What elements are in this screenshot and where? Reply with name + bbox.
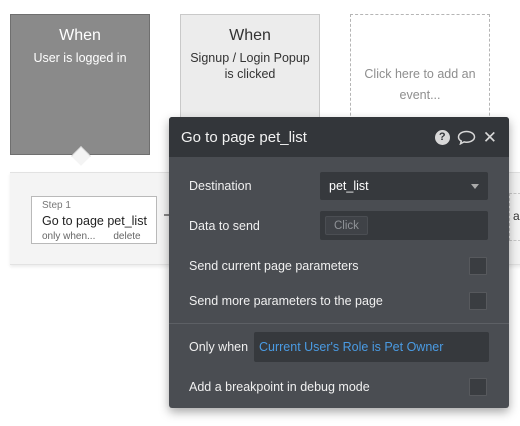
- data-to-send-field[interactable]: Click: [320, 211, 488, 240]
- only-when-condition[interactable]: Current User's Role is Pet Owner: [259, 340, 443, 354]
- popup-title: Go to page pet_list: [181, 128, 307, 146]
- close-icon[interactable]: ✕: [483, 129, 497, 146]
- event-subtitle: User is logged in: [33, 51, 127, 65]
- destination-row: Destination pet_list: [169, 172, 509, 200]
- step-number: Step 1: [42, 200, 71, 211]
- workflow-step-card[interactable]: Step 1 Go to page pet_list only when... …: [31, 196, 157, 244]
- send-more-params-label: Send more parameters to the page: [189, 294, 383, 308]
- destination-dropdown[interactable]: pet_list: [320, 172, 488, 200]
- destination-label: Destination: [189, 179, 252, 193]
- only-when-label: Only when: [189, 340, 249, 354]
- only-when-condition-field[interactable]: Current User's Role is Pet Owner: [254, 332, 489, 362]
- event-subtitle: Signup / Login Popup is clicked: [190, 51, 310, 81]
- action-property-editor: Go to page pet_list ? ✕ Destination pet_…: [169, 117, 509, 408]
- comment-icon[interactable]: [457, 130, 476, 145]
- breakpoint-checkbox[interactable]: [469, 378, 487, 396]
- selected-event-pointer: [71, 146, 91, 166]
- add-event-label: Click here to add an event...: [364, 66, 476, 102]
- send-current-params-row: Send current page parameters: [169, 257, 509, 275]
- delete-step-link[interactable]: delete: [113, 231, 140, 242]
- caret-down-icon: [471, 183, 479, 189]
- event-title: When: [59, 27, 101, 44]
- send-current-params-checkbox[interactable]: [469, 257, 487, 275]
- popup-header[interactable]: Go to page pet_list ? ✕: [169, 117, 509, 157]
- send-more-params-row: Send more parameters to the page: [169, 292, 509, 310]
- next-step-card[interactable]: a: [509, 193, 520, 241]
- breakpoint-row: Add a breakpoint in debug mode: [169, 378, 509, 396]
- only-when-link[interactable]: only when...: [42, 231, 95, 242]
- destination-value: pet_list: [329, 179, 369, 193]
- send-current-params-label: Send current page parameters: [189, 259, 359, 273]
- event-title: When: [229, 27, 271, 44]
- breakpoint-label: Add a breakpoint in debug mode: [189, 380, 370, 394]
- send-more-params-checkbox[interactable]: [469, 292, 487, 310]
- next-step-partial-text: a: [513, 209, 520, 223]
- section-divider: [169, 323, 509, 324]
- event-card-user-logged-in[interactable]: When User is logged in: [10, 14, 150, 166]
- data-to-send-label: Data to send: [189, 218, 260, 233]
- data-to-send-row: Data to send Click: [169, 211, 509, 240]
- step-action-label: Go to page pet_list: [42, 214, 147, 228]
- only-when-row: Only when Current User's Role is Pet Own…: [169, 332, 509, 362]
- help-icon[interactable]: ?: [434, 129, 450, 145]
- data-to-send-placeholder[interactable]: Click: [325, 216, 368, 235]
